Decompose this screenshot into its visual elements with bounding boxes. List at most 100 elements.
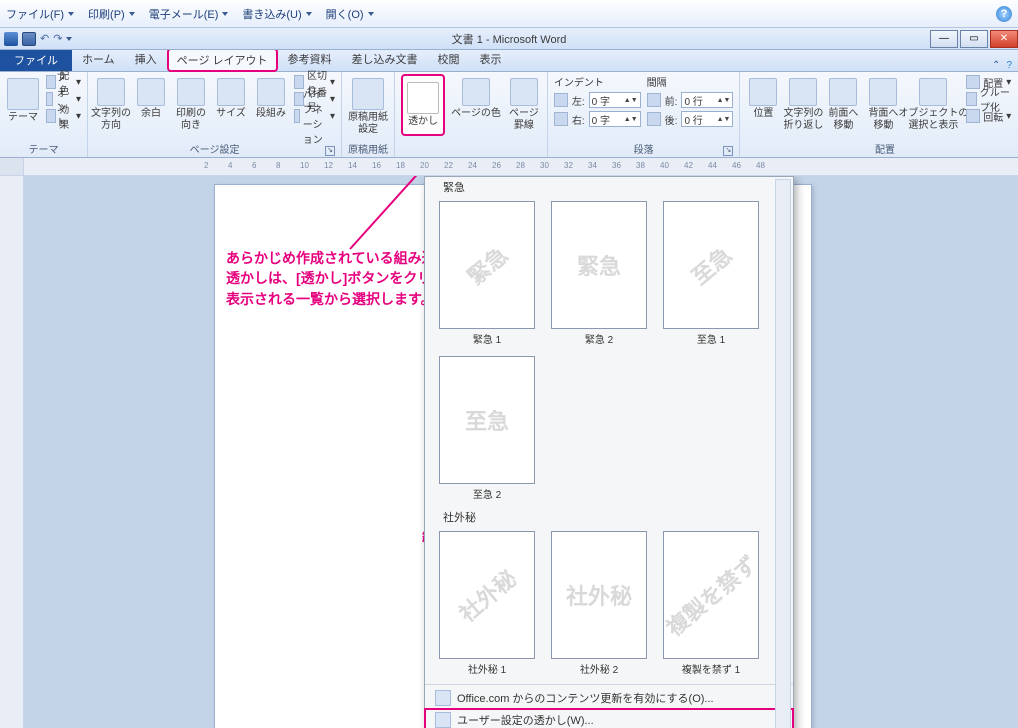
sysmenu-write[interactable]: 書き込み(U) (242, 6, 311, 22)
ruler-mark: 44 (708, 161, 717, 170)
system-menu: ファイル(F) 印刷(P) 電子メール(E) 書き込み(U) 開く(O) ? (0, 0, 1018, 28)
sysmenu-file[interactable]: ファイル(F) (6, 6, 74, 22)
vertical-ruler[interactable] (0, 176, 24, 728)
space-before-icon (647, 93, 661, 107)
columns-button[interactable]: 段組み (254, 74, 288, 120)
watermark-thumb[interactable]: 社外秘社外秘 2 (551, 531, 647, 676)
dialog-launcher-icon[interactable]: ↘ (723, 146, 733, 156)
tab-mailings[interactable]: 差し込み文書 (342, 47, 428, 71)
tab-home[interactable]: ホーム (72, 47, 125, 71)
ruler-mark: 46 (732, 161, 741, 170)
tab-view[interactable]: 表示 (470, 47, 512, 71)
tab-page-layout[interactable]: ページ レイアウト (167, 48, 278, 72)
text-direction-button[interactable]: 文字列の 方向 (94, 74, 128, 132)
page-color-icon (462, 78, 490, 106)
gallery-custom-watermark[interactable]: ユーザー設定の透かし(W)... (425, 709, 793, 728)
page-border-button[interactable]: ページ 罫線 (507, 74, 541, 132)
window-title: 文書 1 - Microsoft Word (0, 31, 1018, 47)
dialog-launcher-icon[interactable]: ↘ (325, 146, 335, 156)
size-button[interactable]: サイズ (214, 74, 248, 120)
effects-icon (46, 109, 56, 123)
group-label-background (401, 155, 541, 157)
ruler-corner (0, 158, 24, 175)
sysmenu-open[interactable]: 開く(O) (326, 6, 374, 22)
forward-button[interactable]: 前面へ 移動 (826, 74, 860, 132)
ruler-mark: 48 (756, 161, 765, 170)
rotate-button[interactable]: 回転▾ (966, 108, 1018, 124)
watermark-thumb-label: 社外秘 1 (468, 661, 506, 676)
watermark-thumb[interactable]: 複製を禁ず複製を禁ず 1 (663, 531, 759, 676)
ribbon-tabs: ファイル ホーム 挿入 ページ レイアウト 参考資料 差し込み文書 校閲 表示 … (0, 50, 1018, 72)
position-button[interactable]: 位置 (746, 74, 780, 120)
ribbon-mini-controls: ⌃ ? (992, 60, 1018, 71)
ruler-mark: 8 (276, 161, 280, 170)
columns-icon (257, 78, 285, 106)
spacing-after[interactable]: 後:0 行▲▼ (647, 111, 734, 127)
forward-icon (829, 78, 857, 106)
manuscript-icon (352, 78, 384, 110)
ribbon-help-icon[interactable]: ? (1006, 60, 1012, 71)
document-area[interactable]: あらかじめ作成されている組み込みの 透かしは、[透かし]ボタンをクリックして 表… (24, 176, 1018, 728)
tab-review[interactable]: 校閲 (428, 47, 470, 71)
themes-button[interactable]: テーマ (6, 74, 40, 124)
manuscript-button[interactable]: 原稿用紙 設定 (348, 74, 388, 136)
group-label-paragraph: 段落↘ (554, 140, 734, 157)
help-icon[interactable]: ? (996, 6, 1012, 22)
watermark-thumb[interactable]: 緊急緊急 1 (439, 201, 535, 346)
watermark-thumb[interactable]: 至急至急 1 (663, 201, 759, 346)
font-icon (46, 92, 53, 106)
ruler-mark: 20 (420, 161, 429, 170)
group-icon (966, 92, 977, 106)
caret-down-icon (129, 12, 135, 16)
horizontal-ruler[interactable]: 2468101214161820222426283032343638404244… (24, 158, 1018, 175)
group-page-background: 透かし ページの色 ページ 罫線 (395, 72, 548, 157)
indent-left[interactable]: 左:0 字▲▼ (554, 92, 641, 108)
orientation-button[interactable]: 印刷の 向き (174, 74, 208, 132)
margins-button[interactable]: 余白 (134, 74, 168, 120)
orientation-icon (177, 78, 205, 106)
watermark-button[interactable]: 透かし (401, 74, 445, 136)
page-color-button[interactable]: ページの色 (451, 74, 501, 120)
group-button[interactable]: グループ化▾ (966, 91, 1018, 107)
gallery-section-confidential: 社外秘 (425, 507, 793, 527)
text-direction-icon (97, 78, 125, 106)
watermark-thumb-label: 緊急 1 (473, 331, 501, 346)
group-manuscript: 原稿用紙 設定 原稿用紙 (342, 72, 395, 157)
watermark-thumb[interactable]: 至急至急 2 (439, 356, 535, 501)
spacing-before[interactable]: 前:0 行▲▼ (647, 92, 734, 108)
ruler-mark: 32 (564, 161, 573, 170)
group-paragraph: インデント 左:0 字▲▼ 右:0 字▲▼ 間隔 前:0 行▲▼ 後:0 行▲▼… (548, 72, 741, 157)
watermark-icon (407, 82, 439, 114)
watermark-thumb[interactable]: 緊急緊急 2 (551, 201, 647, 346)
indent-right[interactable]: 右:0 字▲▼ (554, 111, 641, 127)
caret-down-icon (306, 12, 312, 16)
watermark-thumb-label: 緊急 2 (585, 331, 613, 346)
ruler-mark: 28 (516, 161, 525, 170)
sysmenu-email[interactable]: 電子メール(E) (149, 6, 229, 22)
selection-pane-button[interactable]: オブジェクトの 選択と表示 (906, 74, 960, 132)
hyphen-icon (294, 109, 300, 123)
backward-icon (869, 78, 897, 106)
workspace: あらかじめ作成されている組み込みの 透かしは、[透かし]ボタンをクリックして 表… (0, 176, 1018, 728)
sysmenu-print[interactable]: 印刷(P) (88, 6, 135, 22)
backward-button[interactable]: 背面へ 移動 (866, 74, 900, 132)
group-label-theme: テーマ (6, 140, 81, 157)
gallery-scrollbar[interactable] (775, 179, 791, 728)
wrap-button[interactable]: 文字列の 折り返し (786, 74, 820, 132)
tab-insert[interactable]: 挿入 (125, 47, 167, 71)
wrap-icon (789, 78, 817, 106)
theme-effects-button[interactable]: 効果▾ (46, 108, 81, 124)
ruler-mark: 40 (660, 161, 669, 170)
ruler-mark: 24 (468, 161, 477, 170)
watermark-gallery: 緊急 緊急緊急 1緊急緊急 2至急至急 1 至急至急 2 社外秘 社外秘社外秘 … (424, 176, 794, 728)
hyphenation-button[interactable]: ハイフネーション▾ (294, 108, 335, 124)
ribbon-minimize-icon[interactable]: ⌃ (992, 60, 1000, 71)
watermark-thumb-label: 至急 2 (473, 486, 501, 501)
ruler-mark: 10 (300, 161, 309, 170)
watermark-thumb[interactable]: 社外秘社外秘 1 (439, 531, 535, 676)
gallery-office-update[interactable]: Office.com からのコンテンツ更新を有効にする(O)... (425, 687, 793, 709)
ruler-mark: 38 (636, 161, 645, 170)
selection-pane-icon (919, 78, 947, 106)
indent-heading: インデント (554, 74, 641, 89)
watermark-thumb-label: 社外秘 2 (580, 661, 618, 676)
